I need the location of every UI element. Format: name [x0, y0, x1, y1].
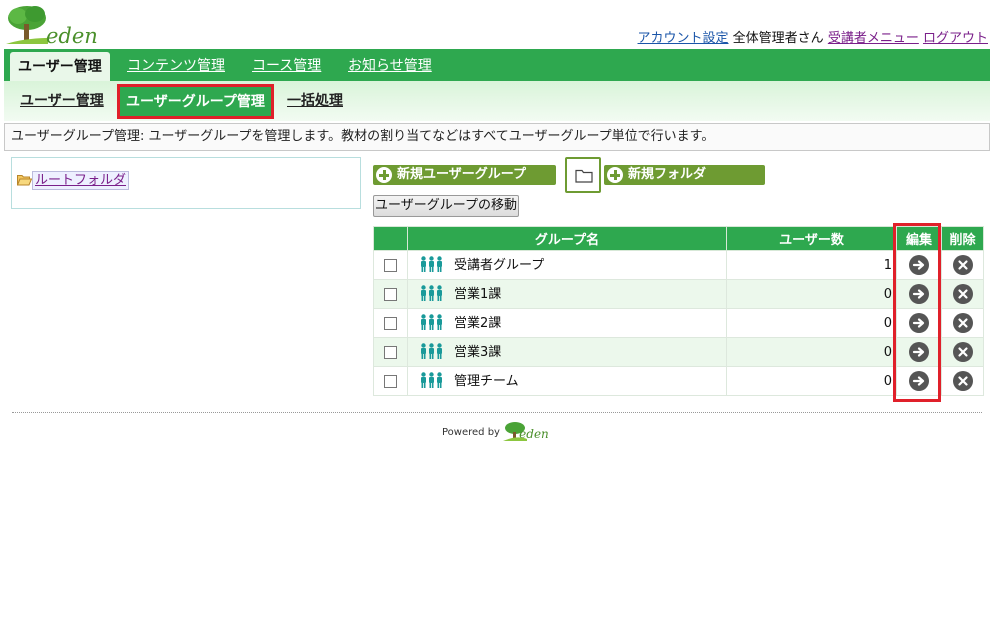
folder-toggle-button[interactable] [565, 157, 601, 193]
close-circle-icon[interactable] [952, 342, 973, 362]
user-count-cell: 0 [726, 337, 897, 367]
arrow-right-circle-icon[interactable] [909, 255, 929, 275]
people-group-icon [420, 343, 444, 363]
user-count-cell: 0 [726, 279, 897, 309]
delete-cell [941, 279, 984, 309]
logo-wordmark: eden [46, 24, 98, 48]
close-circle-icon[interactable] [952, 371, 973, 391]
subtab-user-group-management[interactable]: ユーザーグループ管理 [117, 84, 274, 119]
tab-content-management[interactable]: コンテンツ管理 [127, 49, 225, 81]
subtab-bulk-processing[interactable]: 一括処理 [287, 81, 343, 121]
people-group-icon [420, 314, 444, 334]
footer-logo-wordmark: eden [519, 427, 549, 441]
subtab-user-management[interactable]: ユーザー管理 [20, 81, 104, 121]
group-name-cell: 受講者グループ [407, 250, 727, 280]
learner-menu-link[interactable]: 受講者メニュー [828, 31, 919, 46]
edit-cell [896, 279, 942, 309]
account-settings-link[interactable]: アカウント設定 [638, 31, 729, 46]
row-select-cell [373, 279, 408, 309]
row-select-cell [373, 366, 408, 396]
logout-link[interactable]: ログアウト [923, 31, 988, 46]
folder-open-icon [17, 175, 32, 186]
arrow-right-circle-icon[interactable] [909, 371, 929, 391]
user-count-cell: 0 [726, 366, 897, 396]
table-row: 管理チーム 0 [373, 366, 984, 396]
new-user-group-label: 新規ユーザーグループ [397, 167, 526, 182]
group-name-cell: 営業3課 [407, 337, 727, 367]
row-checkbox[interactable] [384, 287, 397, 301]
move-user-group-button[interactable]: ユーザーグループの移動 [373, 195, 519, 217]
row-checkbox[interactable] [384, 345, 397, 359]
page-description: ユーザーグループ管理: ユーザーグループを管理します。教材の割り当てなどはすべて… [4, 123, 990, 151]
row-checkbox[interactable] [384, 316, 397, 330]
main-nav: ユーザー管理 コンテンツ管理 コース管理 お知らせ管理 [4, 49, 990, 81]
header-group-name[interactable]: グループ名 [407, 226, 727, 251]
group-name-cell: 営業1課 [407, 279, 727, 309]
table-row: 営業3課 0 [373, 337, 984, 367]
arrow-right-circle-icon[interactable] [909, 342, 929, 362]
new-folder-button[interactable]: 新規フォルダ [604, 165, 765, 185]
delete-cell [941, 308, 984, 338]
delete-cell [941, 366, 984, 396]
header-edit: 編集 [896, 226, 942, 251]
group-name[interactable]: 営業2課 [454, 316, 501, 331]
tab-user-management[interactable]: ユーザー管理 [10, 52, 110, 81]
user-name: 全体管理者さん [732, 31, 824, 46]
user-count-cell: 0 [726, 308, 897, 338]
people-group-icon [420, 285, 444, 305]
row-checkbox[interactable] [384, 258, 397, 272]
group-name-cell: 営業2課 [407, 308, 727, 338]
row-checkbox[interactable] [384, 374, 397, 388]
people-group-icon [420, 256, 444, 276]
tab-course-management[interactable]: コース管理 [252, 49, 321, 81]
footer-divider [12, 412, 982, 413]
group-name[interactable]: 営業3課 [454, 345, 501, 360]
folder-icon [575, 169, 593, 183]
root-folder-link[interactable]: ルートフォルダ [32, 171, 130, 190]
row-select-cell [373, 250, 408, 280]
powered-by-text: Powered by [442, 427, 500, 438]
arrow-right-circle-icon[interactable] [909, 313, 929, 333]
group-name[interactable]: 管理チーム [454, 374, 519, 389]
sub-nav: ユーザー管理 ユーザーグループ管理 一括処理 [4, 81, 990, 121]
row-select-cell [373, 337, 408, 367]
header-links: アカウント設定 全体管理者さん 受講者メニュー ログアウト [638, 27, 988, 46]
group-name-cell: 管理チーム [407, 366, 727, 396]
plus-circle-icon [607, 167, 623, 183]
delete-cell [941, 337, 984, 367]
table-row: 営業2課 0 [373, 308, 984, 338]
edit-cell [896, 337, 942, 367]
row-select-cell [373, 308, 408, 338]
table-row: 受講者グループ 1 [373, 250, 984, 280]
new-user-group-button[interactable]: 新規ユーザーグループ [373, 165, 556, 185]
arrow-right-circle-icon[interactable] [909, 284, 929, 304]
table-row: 営業1課 0 [373, 279, 984, 309]
table-header-row: グループ名 ユーザー数 編集 削除 [373, 226, 984, 251]
edit-cell [896, 366, 942, 396]
footer-logo: eden [503, 421, 551, 443]
folder-tree: ルートフォルダ [11, 157, 361, 209]
edit-cell [896, 308, 942, 338]
plus-circle-icon [376, 167, 392, 183]
header-delete: 削除 [941, 226, 984, 251]
new-folder-label: 新規フォルダ [628, 167, 707, 182]
user-group-table: グループ名 ユーザー数 編集 削除 受講者グループ 1 営業1課 0 営業2課 0 営業3課… [373, 226, 984, 396]
powered-by: Powered by eden [442, 421, 551, 443]
tab-notice-management[interactable]: お知らせ管理 [348, 49, 432, 81]
group-name[interactable]: 受講者グループ [454, 258, 544, 273]
header-select [373, 226, 408, 251]
close-circle-icon[interactable] [952, 284, 973, 304]
people-group-icon [420, 372, 444, 392]
tree-logo-icon [6, 6, 102, 44]
delete-cell [941, 250, 984, 280]
close-circle-icon[interactable] [952, 313, 973, 333]
header-user-count[interactable]: ユーザー数 [726, 226, 897, 251]
edit-cell [896, 250, 942, 280]
close-circle-icon[interactable] [952, 255, 973, 275]
user-count-cell: 1 [726, 250, 897, 280]
group-name[interactable]: 営業1課 [454, 287, 501, 302]
eden-logo: eden [6, 4, 106, 48]
